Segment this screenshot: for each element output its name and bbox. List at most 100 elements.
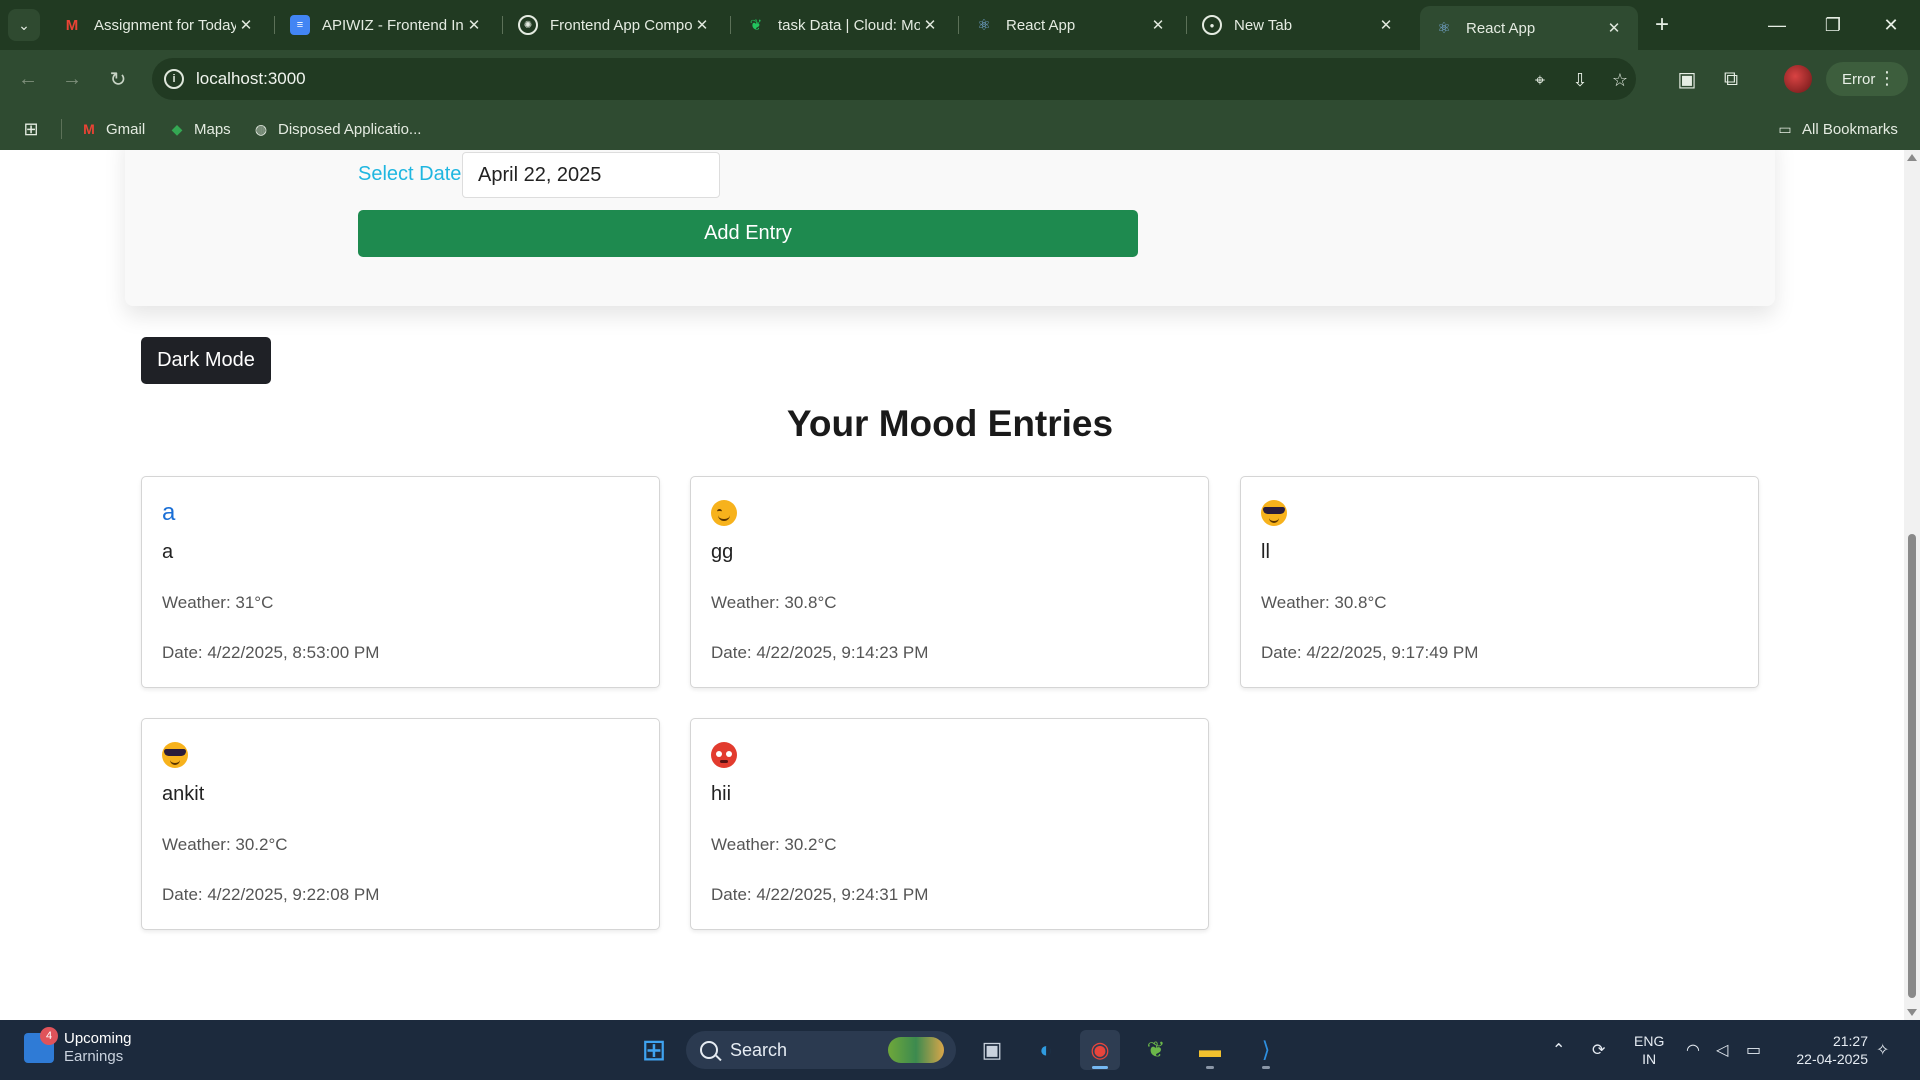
entry-date: Date: 4/22/2025, 9:14:23 PM: [711, 643, 929, 662]
media-cast-icon[interactable]: ▣: [1672, 64, 1702, 94]
apps-grid-icon[interactable]: ⊞: [22, 118, 48, 140]
add-entry-button[interactable]: Add Entry: [358, 210, 1138, 257]
new-tab-plus-icon[interactable]: +: [1648, 11, 1676, 39]
tab-search-chevron-icon[interactable]: ⌄: [8, 9, 40, 41]
install-app-icon[interactable]: ⇩: [1568, 68, 1592, 92]
address-bar[interactable]: i localhost:3000 ⌖ ⇩ ☆: [152, 58, 1636, 100]
folder-icon: ▭: [1778, 120, 1792, 137]
close-icon[interactable]: ✕: [920, 15, 940, 35]
close-icon[interactable]: ✕: [464, 15, 484, 35]
tab-divider: [274, 16, 275, 34]
page-title: Your Mood Entries: [786, 403, 1114, 444]
vscode-icon[interactable]: ⟩: [1246, 1030, 1286, 1070]
location-pin-icon[interactable]: ⌖: [1528, 68, 1552, 92]
url-text[interactable]: localhost:3000: [196, 69, 306, 89]
close-icon[interactable]: ✕: [1604, 18, 1624, 38]
spring-tool-icon[interactable]: ❦: [1136, 1030, 1176, 1070]
vertical-scrollbar[interactable]: [1904, 150, 1920, 1020]
mood-emoji: [711, 497, 737, 529]
all-bookmarks[interactable]: ▭ All Bookmarks: [1776, 118, 1898, 140]
minimize-icon[interactable]: —: [1762, 10, 1792, 40]
battery-icon[interactable]: ▭: [1746, 1020, 1761, 1080]
tab-divider: [1186, 16, 1187, 34]
tab-title: APIWIZ - Frontend In: [322, 16, 464, 34]
tab-frontend-app[interactable]: ✺ Frontend App Compo ✕: [504, 6, 726, 44]
entry-weather: Weather: 31°C: [162, 593, 274, 612]
tab-task-data[interactable]: ❦ task Data | Cloud: Mo ✕: [732, 6, 954, 44]
start-windows-icon[interactable]: ⊞: [634, 1030, 674, 1070]
close-icon[interactable]: ✕: [692, 15, 712, 35]
smiling-face-icon: [711, 500, 737, 526]
language-indicator[interactable]: ENG IN: [1634, 1032, 1664, 1068]
entry-weather: Weather: 30.2°C: [711, 835, 837, 854]
running-indicator: [1262, 1066, 1270, 1069]
entry-weather: Weather: 30.8°C: [711, 593, 837, 612]
profile-avatar[interactable]: [1784, 65, 1812, 93]
tab-title: Frontend App Compo: [550, 16, 692, 34]
mongodb-icon: ❦: [749, 17, 763, 34]
taskbar-search[interactable]: Search: [686, 1031, 956, 1069]
date-picker-input[interactable]: April 22, 2025: [462, 152, 720, 198]
scroll-up-arrow-icon[interactable]: [1907, 154, 1917, 161]
task-view-icon[interactable]: ▣: [972, 1030, 1012, 1070]
back-arrow-icon[interactable]: ←: [12, 63, 44, 95]
tab-title: Assignment for Today: [94, 16, 236, 34]
bookmark-label: Gmail: [106, 120, 146, 138]
widget-title: Upcoming: [64, 1030, 132, 1047]
scrollbar-thumb[interactable]: [1908, 534, 1916, 998]
window-close-icon[interactable]: ✕: [1876, 10, 1906, 40]
chatgpt-icon: ✺: [518, 15, 538, 35]
select-date-label: Select Date:: [358, 163, 467, 185]
error-menu-button[interactable]: Error ⋮: [1826, 62, 1908, 96]
clock-time: 21:27: [1832, 1033, 1868, 1049]
docs-icon: ≡: [290, 15, 310, 35]
mood-emoji: [711, 739, 737, 771]
all-bookmarks-label: All Bookmarks: [1802, 120, 1898, 138]
tab-divider: [502, 16, 503, 34]
widgets-button[interactable]: 4 Upcoming Earnings: [24, 1027, 132, 1066]
entry-weather: Weather: 30.8°C: [1261, 593, 1387, 612]
entry-date: Date: 4/22/2025, 9:22:08 PM: [162, 885, 380, 904]
bookmark-maps[interactable]: ◆ Maps: [168, 118, 231, 140]
angry-face-icon: [711, 742, 737, 768]
bookmark-divider: [61, 119, 62, 139]
show-hidden-icons-chevron-icon[interactable]: ⌃: [1552, 1020, 1565, 1080]
kebab-menu-icon: ⋮: [1878, 68, 1896, 88]
tab-assignment[interactable]: M Assignment for Today ✕: [48, 6, 270, 44]
bookmark-gmail[interactable]: M Gmail: [80, 118, 145, 140]
gmail-icon: M: [65, 16, 79, 34]
site-info-icon[interactable]: i: [164, 69, 184, 89]
stocks-widget-icon: 4: [24, 1027, 58, 1063]
sync-icon[interactable]: ⟳: [1592, 1020, 1605, 1080]
mood-emoji: [162, 739, 188, 771]
mood-entry-card: ll Weather: 30.8°C Date: 4/22/2025, 9:17…: [1240, 476, 1759, 688]
reload-icon[interactable]: ↻: [102, 63, 134, 95]
scroll-down-arrow-icon[interactable]: [1907, 1009, 1917, 1016]
dark-mode-button[interactable]: Dark Mode: [141, 337, 271, 384]
tab-title: React App: [1466, 19, 1536, 37]
volume-icon[interactable]: ◁: [1716, 1020, 1728, 1080]
extensions-puzzle-icon[interactable]: ⧉: [1716, 64, 1746, 94]
bookmark-star-icon[interactable]: ☆: [1608, 68, 1632, 92]
tab-new-tab[interactable]: ● New Tab ✕: [1188, 6, 1410, 44]
browser-toolbar: ← → ↻ i localhost:3000 ⌖ ⇩ ☆ ▣ ⧉ Error ⋮: [0, 50, 1920, 108]
system-clock[interactable]: 21:27 22-04-2025: [1778, 1032, 1868, 1068]
notifications-bell-icon[interactable]: ✧: [1876, 1020, 1889, 1080]
tab-title: task Data | Cloud: Mo: [778, 16, 920, 34]
close-icon[interactable]: ✕: [1148, 15, 1168, 35]
wifi-icon[interactable]: ◠: [1686, 1020, 1700, 1080]
chrome-taskbar-icon[interactable]: ◉: [1080, 1030, 1120, 1070]
tab-react-app-1[interactable]: ⚛ React App ✕: [960, 6, 1182, 44]
react-icon: ⚛: [1437, 20, 1451, 37]
edge-browser-icon[interactable]: ◐: [1026, 1030, 1066, 1070]
close-icon[interactable]: ✕: [1376, 15, 1396, 35]
mood-entry-card: ankit Weather: 30.2°C Date: 4/22/2025, 9…: [141, 718, 660, 930]
tab-apiwiz[interactable]: ≡ APIWIZ - Frontend In ✕: [276, 6, 498, 44]
entry-note: ll: [1261, 541, 1270, 563]
file-explorer-icon[interactable]: ▬: [1190, 1030, 1230, 1070]
bookmark-disposed[interactable]: ◍ Disposed Applicatio...: [252, 118, 422, 140]
restore-icon[interactable]: ❐: [1818, 10, 1848, 40]
forward-arrow-icon[interactable]: →: [56, 63, 88, 95]
close-icon[interactable]: ✕: [236, 15, 256, 35]
tab-react-app-active[interactable]: ⚛ React App ✕: [1420, 6, 1638, 50]
